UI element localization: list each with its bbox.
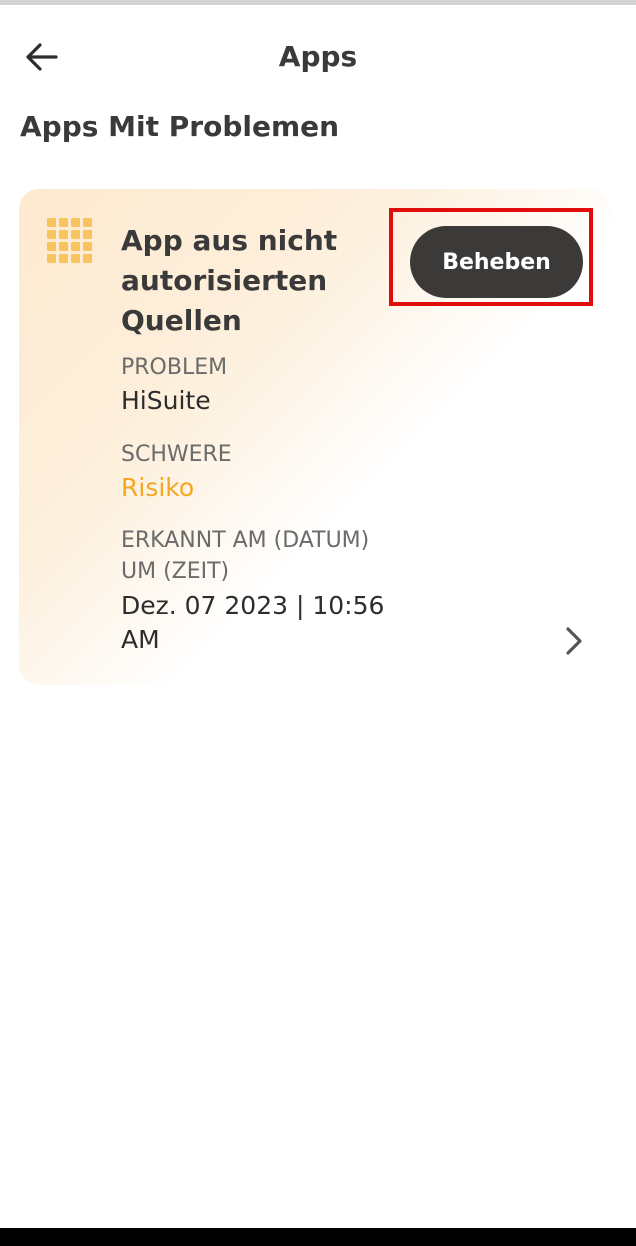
- section-title: Apps Mit Problemen: [20, 110, 340, 143]
- app-grid-icon: [47, 218, 92, 263]
- page-title: Apps: [278, 40, 358, 73]
- detected-value: Dez. 07 2023 | 10:56 AM: [121, 591, 385, 654]
- detected-label: ERKANNT AM (DATUM) UM (ZEIT): [121, 528, 370, 584]
- severity-label: SCHWERE: [121, 442, 232, 467]
- severity-value: Risiko: [121, 473, 195, 502]
- navigation-bar: [0, 1228, 636, 1246]
- problem-label: PROBLEM: [121, 355, 228, 380]
- chevron-right-icon[interactable]: [561, 626, 587, 656]
- problem-value: HiSuite: [121, 386, 211, 415]
- issue-title: App aus nicht autorisierten Quellen: [121, 224, 338, 337]
- status-bar-strip: [0, 0, 636, 5]
- fix-button[interactable]: Beheben: [410, 226, 583, 298]
